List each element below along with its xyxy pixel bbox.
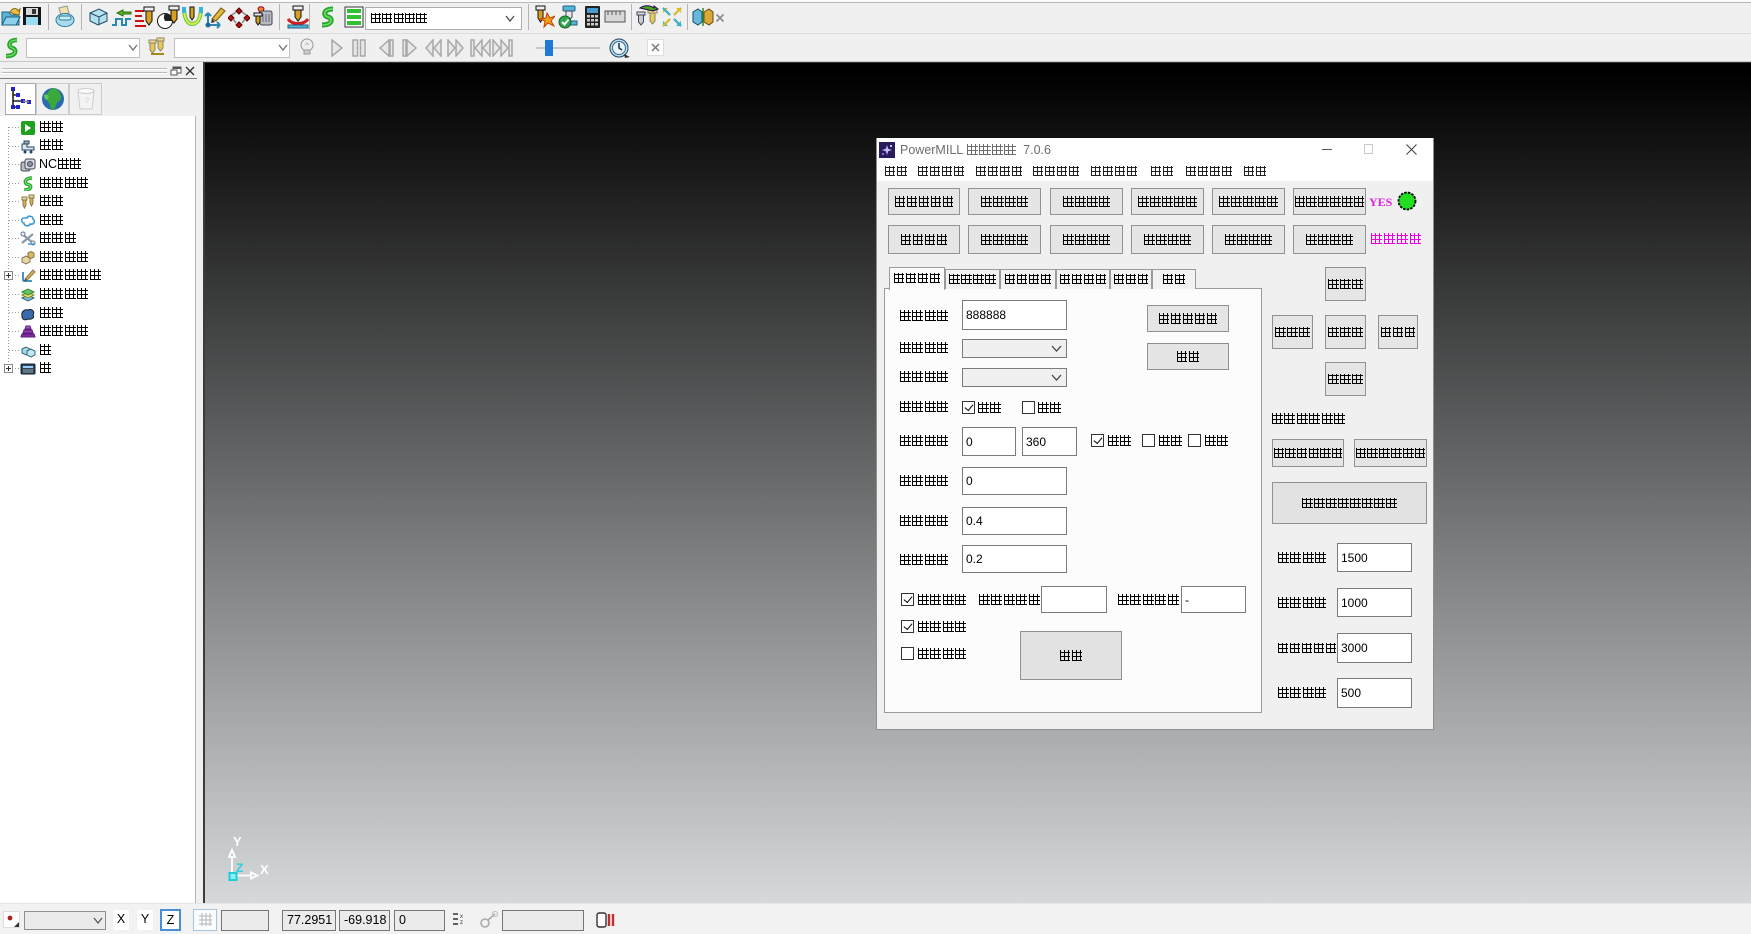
svg-text:Y: Y — [233, 834, 242, 849]
svg-text:Z: Z — [236, 861, 243, 875]
svg-text:X: X — [260, 862, 269, 877]
svg-text:z: z — [460, 920, 463, 926]
